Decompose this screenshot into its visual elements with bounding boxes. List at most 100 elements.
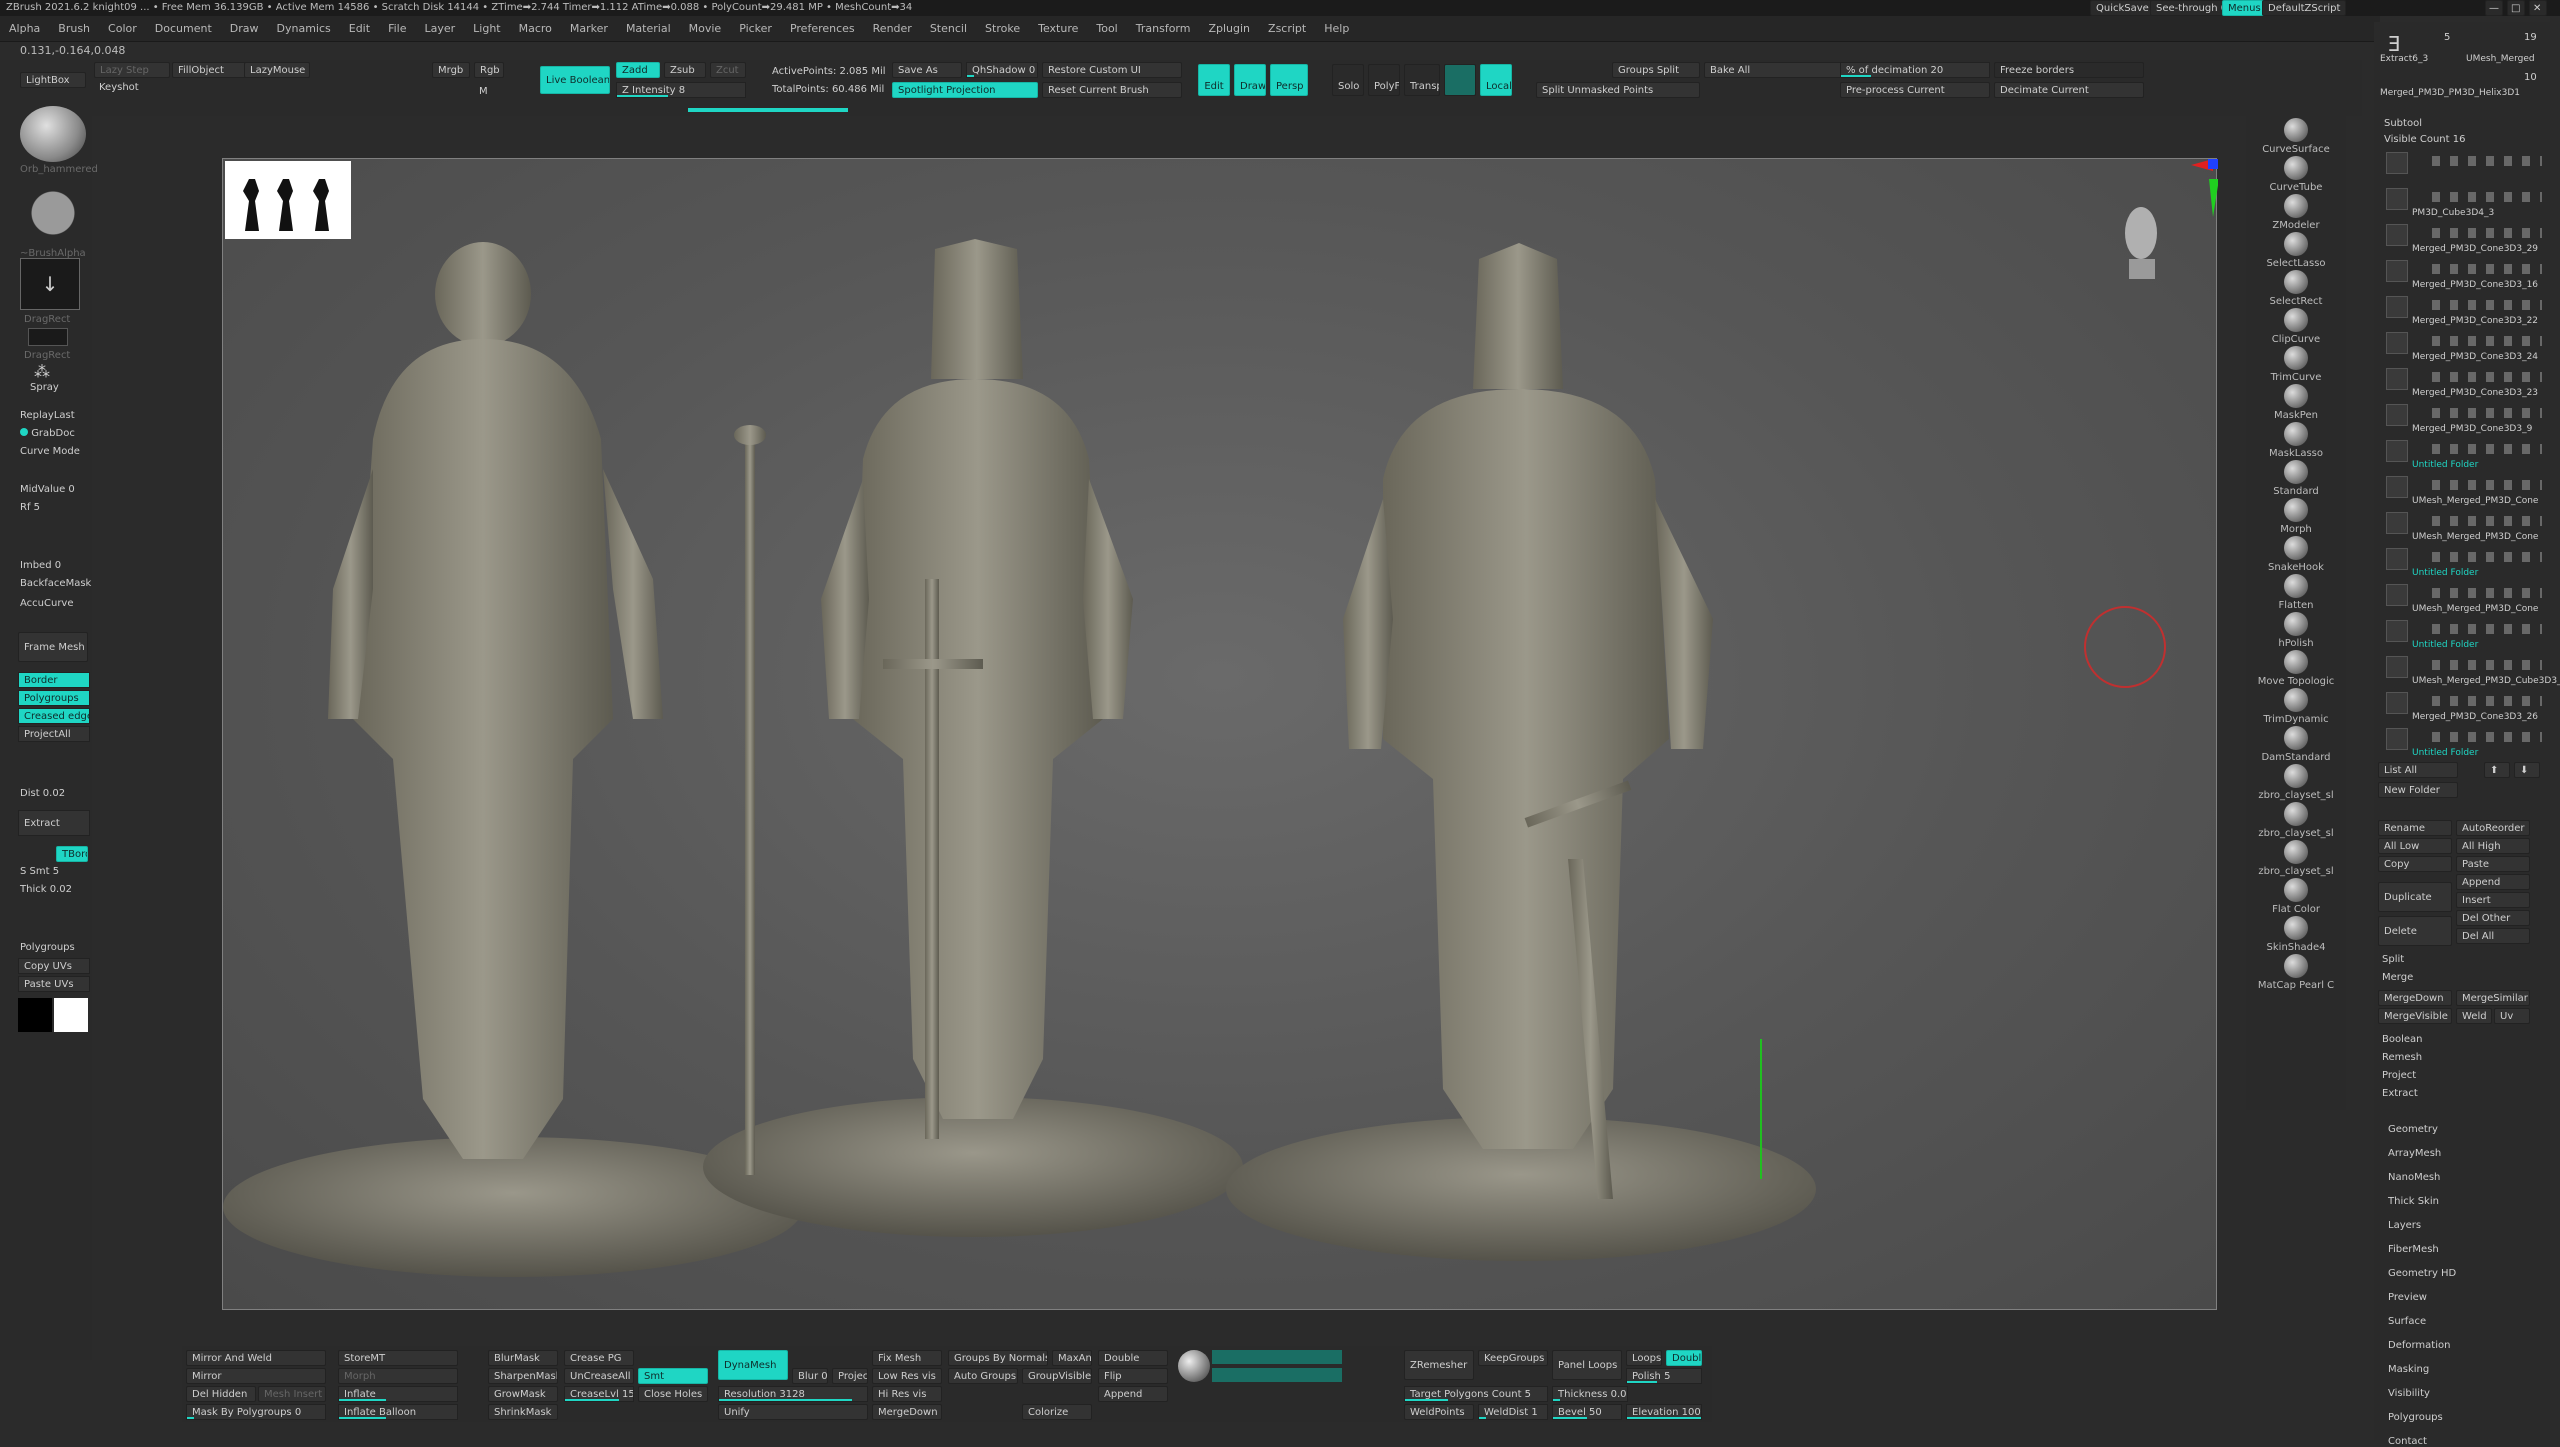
quicksave-button[interactable]: QuickSave xyxy=(2090,0,2155,16)
shelf-item-zbro-clayset-sl[interactable]: zbro_clayset_sl xyxy=(2252,840,2340,877)
target-polygons-slider[interactable]: Target Polygons Count 5 xyxy=(1404,1386,1548,1402)
append-bottom-button[interactable]: Append xyxy=(1098,1386,1168,1402)
see-through-slider[interactable]: See-through 0 xyxy=(2150,0,2234,16)
replay-last-button[interactable]: ReplayLast xyxy=(20,410,75,421)
draw-button[interactable]: Draw xyxy=(1234,64,1266,96)
merge-section[interactable]: Merge xyxy=(2382,972,2413,983)
del-all-button[interactable]: Del All xyxy=(2456,928,2530,944)
menu-document[interactable]: Document xyxy=(146,16,221,42)
menu-macro[interactable]: Macro xyxy=(510,16,561,42)
merge-down-button[interactable]: MergeDown xyxy=(2378,990,2452,1006)
transp-button[interactable]: Transp xyxy=(1404,64,1440,96)
duplicate-button[interactable]: Duplicate xyxy=(2378,882,2452,912)
blur-mask-button[interactable]: BlurMask xyxy=(488,1350,558,1366)
viewport-canvas[interactable] xyxy=(222,158,2219,1310)
groups-by-normals-button[interactable]: Groups By Normals xyxy=(948,1350,1048,1366)
extract-section[interactable]: Extract xyxy=(2382,1088,2418,1099)
split-unmasked-button[interactable]: Split Unmasked Points xyxy=(1536,82,1700,98)
visibility-icons[interactable] xyxy=(2432,372,2542,382)
uncrease-all-button[interactable]: UnCreaseAll xyxy=(564,1368,634,1384)
inflate-slider[interactable]: Inflate xyxy=(338,1386,458,1402)
shelf-item-maskpen[interactable]: MaskPen xyxy=(2252,384,2340,421)
shelf-item-standard[interactable]: Standard xyxy=(2252,460,2340,497)
menu-transform[interactable]: Transform xyxy=(1127,16,1200,42)
visibility-icons[interactable] xyxy=(2432,336,2542,346)
visibility-icons[interactable] xyxy=(2432,480,2542,490)
mask-by-polygroups-slider[interactable]: Mask By Polygroups 0 xyxy=(186,1404,326,1420)
merge-visible-button[interactable]: MergeVisible xyxy=(2378,1008,2452,1024)
zcut-button[interactable]: Zcut xyxy=(710,62,746,78)
subpalette-arraymesh[interactable]: ArrayMesh xyxy=(2388,1148,2441,1159)
thickness-slider[interactable]: Thickness 0.01 xyxy=(1552,1386,1628,1402)
zadd-button[interactable]: Zadd xyxy=(616,62,660,78)
ghost-icon[interactable] xyxy=(1444,64,1476,96)
project-section[interactable]: Project xyxy=(2382,1070,2416,1081)
subtool-item[interactable]: UMesh_Merged_PM3D_Cone xyxy=(2380,508,2548,544)
blur-slider[interactable]: Blur 0 xyxy=(792,1368,828,1384)
menu-material[interactable]: Material xyxy=(617,16,680,42)
welddist-slider[interactable]: WeldDist 1 xyxy=(1478,1404,1548,1420)
insert-mesh-button[interactable]: Mesh Insert xyxy=(258,1386,326,1402)
grabdoc-button[interactable]: GrabDoc xyxy=(20,428,75,439)
visibility-icons[interactable] xyxy=(2432,588,2542,598)
dragrect-stroke-icon[interactable]: ↓ xyxy=(20,258,80,310)
subtool-item[interactable]: Merged_PM3D_Cone3D3_24 xyxy=(2380,328,2548,364)
subpalette-surface[interactable]: Surface xyxy=(2388,1316,2426,1327)
subtool-item[interactable]: Merged_PM3D_Cone3D3_23 xyxy=(2380,364,2548,400)
rgb-button[interactable]: Rgb xyxy=(474,62,504,78)
solo-button[interactable]: Solo xyxy=(1332,64,1364,96)
material-sphere-icon[interactable] xyxy=(1178,1350,1210,1382)
shelf-item-curvetube[interactable]: CurveTube xyxy=(2252,156,2340,193)
uv-button[interactable]: Uv xyxy=(2494,1008,2530,1024)
auto-reorder-button[interactable]: AutoReorder xyxy=(2456,820,2530,836)
group-visible-button[interactable]: GroupVisible xyxy=(1022,1368,1092,1384)
visibility-icons[interactable] xyxy=(2432,552,2542,562)
menu-picker[interactable]: Picker xyxy=(730,16,781,42)
visibility-icons[interactable] xyxy=(2432,624,2542,634)
z-intensity-slider[interactable]: Z Intensity 8 xyxy=(616,82,746,98)
shelf-item-flatten[interactable]: Flatten xyxy=(2252,574,2340,611)
menus-toggle[interactable]: Menus xyxy=(2222,0,2267,16)
weld-points-button[interactable]: WeldPoints xyxy=(1404,1404,1474,1420)
subpalette-deformation[interactable]: Deformation xyxy=(2388,1340,2450,1351)
shelf-item-matcap-pearl-c[interactable]: MatCap Pearl C xyxy=(2252,954,2340,991)
subpalette-visibility[interactable]: Visibility xyxy=(2388,1388,2430,1399)
copy-uvs-button[interactable]: Copy UVs xyxy=(18,958,90,974)
merge-similar-button[interactable]: MergeSimilar xyxy=(2456,990,2530,1006)
visible-count-slider[interactable]: Visible Count 16 xyxy=(2384,134,2465,145)
groups-split-button[interactable]: Groups Split xyxy=(1612,62,1700,78)
close-holes-button[interactable]: Close Holes xyxy=(638,1386,708,1402)
menu-brush[interactable]: Brush xyxy=(49,16,99,42)
tbord-toggle[interactable]: TBord xyxy=(56,846,88,862)
subpalette-polygroups[interactable]: Polygroups xyxy=(2388,1412,2443,1423)
subtool-item[interactable]: Merged_PM3D_Cone3D3_26 xyxy=(2380,688,2548,724)
decimate-current-button[interactable]: Decimate Current xyxy=(1994,82,2144,98)
sharpen-mask-button[interactable]: SharpenMask xyxy=(488,1368,558,1384)
smt-toggle[interactable]: Smt xyxy=(638,1368,708,1384)
subtool-item[interactable] xyxy=(2380,148,2548,184)
shelf-item-curvesurface[interactable]: CurveSurface xyxy=(2252,118,2340,155)
menu-layer[interactable]: Layer xyxy=(415,16,464,42)
menu-zscript[interactable]: Zscript xyxy=(1259,16,1315,42)
subpalette-contact[interactable]: Contact xyxy=(2388,1436,2427,1447)
lazy-mouse-button[interactable]: LazyMouse xyxy=(244,62,310,78)
inflate-balloon-slider[interactable]: Inflate Balloon xyxy=(338,1404,458,1420)
crease-level-slider[interactable]: CreaseLvl 15 xyxy=(564,1386,634,1402)
spray-icon[interactable]: ⁂ xyxy=(34,362,50,381)
shelf-item-trimcurve[interactable]: TrimCurve xyxy=(2252,346,2340,383)
live-boolean-button[interactable]: Live Boolean xyxy=(540,66,610,94)
visibility-icons[interactable] xyxy=(2432,300,2542,310)
keyshot-button[interactable]: Keyshot xyxy=(94,80,170,96)
m-button[interactable]: M xyxy=(474,84,504,100)
menu-stroke[interactable]: Stroke xyxy=(976,16,1029,42)
subtool-item[interactable]: Merged_PM3D_Cone3D3_16 xyxy=(2380,256,2548,292)
move-up-icon[interactable]: ⬆ xyxy=(2484,762,2510,778)
menu-movie[interactable]: Movie xyxy=(680,16,731,42)
visibility-icons[interactable] xyxy=(2432,156,2542,166)
subpalette-thick-skin[interactable]: Thick Skin xyxy=(2388,1196,2439,1207)
subpalette-nanomesh[interactable]: NanoMesh xyxy=(2388,1172,2440,1183)
maxangle-slider[interactable]: MaxAn xyxy=(1052,1350,1092,1366)
decimation-slider[interactable]: % of decimation 20 xyxy=(1840,62,1990,78)
shelf-item-zbro-clayset-sl[interactable]: zbro_clayset_sl xyxy=(2252,764,2340,801)
alpha-thumbnail[interactable] xyxy=(20,180,86,246)
